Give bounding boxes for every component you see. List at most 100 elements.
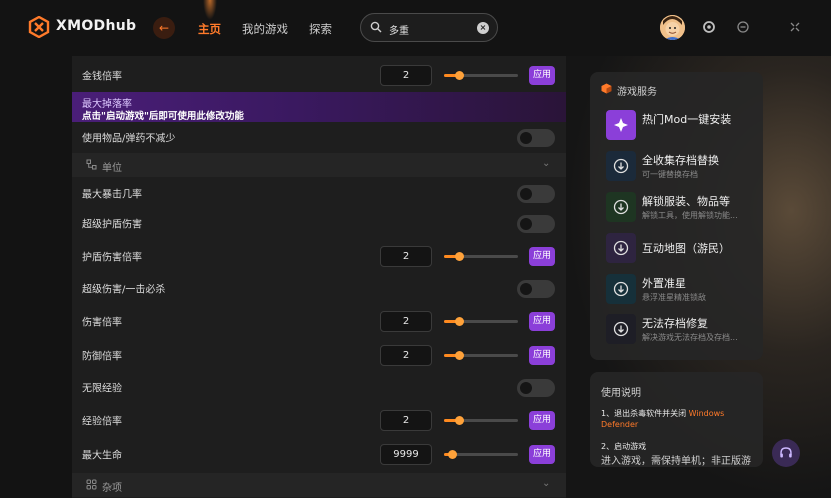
help-step1-text: 1、退出杀毒软件并关闭 xyxy=(601,409,687,418)
service-interactive-map[interactable]: 互动地图（游民） xyxy=(606,231,761,265)
cheat-settings-panel: 金钱倍率 2 应用 最大掉落率 点击"启动游戏"后即可使用此修改功能 使用物品/… xyxy=(72,56,566,498)
slider-handle[interactable] xyxy=(455,351,464,360)
nav-home[interactable]: 主页 xyxy=(198,21,221,37)
customer-support-button[interactable] xyxy=(772,439,800,467)
damage-rate-apply-button[interactable]: 应用 xyxy=(529,312,555,331)
service-title: 互动地图（游民） xyxy=(642,242,730,255)
money-rate-slider[interactable] xyxy=(444,71,518,80)
avatar[interactable] xyxy=(660,15,685,40)
avatar-face-icon xyxy=(660,15,685,40)
setting-defense-rate: 防御倍率 2 应用 xyxy=(72,339,566,371)
money-rate-value[interactable]: 2 xyxy=(380,65,432,86)
minimize-icon[interactable] xyxy=(736,20,750,34)
headset-icon xyxy=(780,447,792,458)
setting-shield-damage-rate: 护盾伤害倍率 2 应用 xyxy=(72,240,566,272)
max-crit-toggle[interactable] xyxy=(517,185,555,203)
slider-handle[interactable] xyxy=(448,450,457,459)
usage-instructions-card: 使用说明 1、退出杀毒软件并关闭 Windows Defender 2、启动游戏… xyxy=(590,372,763,467)
section-misc-header[interactable]: 杂项 ⌄ xyxy=(72,473,566,497)
search-value[interactable]: 多重 xyxy=(389,22,409,37)
setting-label: 超级护盾伤害 xyxy=(82,219,142,231)
max-health-value[interactable]: 9999 xyxy=(380,444,432,465)
service-mod-install[interactable]: 热门Mod一键安装 xyxy=(606,108,761,142)
service-save-fix[interactable]: 无法存档修复 解决游戏无法存档及存档... xyxy=(606,312,761,346)
slider-handle[interactable] xyxy=(455,71,464,80)
service-subtitle: 解锁工具，使用解锁功能... xyxy=(642,211,738,220)
clear-search-icon[interactable]: × xyxy=(477,22,489,34)
xp-rate-value[interactable]: 2 xyxy=(380,410,432,431)
misc-icon xyxy=(86,479,97,490)
search-input[interactable]: 多重 × xyxy=(360,13,498,42)
setting-super-shield: 超级护盾伤害 xyxy=(72,207,566,239)
setting-label: 伤害倍率 xyxy=(82,317,122,329)
use-items-toggle[interactable] xyxy=(517,129,555,147)
help-step2-title: 2、启动游戏 xyxy=(601,442,647,451)
arrow-left-icon: ← xyxy=(158,21,170,35)
money-rate-apply-button[interactable]: 应用 xyxy=(529,66,555,85)
nav-explore[interactable]: 探索 xyxy=(309,21,332,37)
max-health-apply-button[interactable]: 应用 xyxy=(529,445,555,464)
max-health-slider[interactable] xyxy=(444,450,518,459)
damage-rate-slider[interactable] xyxy=(444,317,518,326)
app-name: XMODhub xyxy=(56,18,137,34)
setting-use-items: 使用物品/弹药不减少 xyxy=(72,121,566,153)
search-icon xyxy=(370,21,382,33)
help-step1: 1、退出杀毒软件并关闭 Windows xyxy=(601,408,724,419)
damage-rate-value[interactable]: 2 xyxy=(380,311,432,332)
section-label: 单位 xyxy=(102,163,122,174)
settings-icon[interactable] xyxy=(702,20,716,34)
back-button[interactable]: ← xyxy=(153,17,175,39)
defense-rate-slider[interactable] xyxy=(444,351,518,360)
launch-notice-banner: 最大掉落率 点击"启动游戏"后即可使用此修改功能 xyxy=(72,92,566,122)
section-label: 杂项 xyxy=(102,483,122,494)
xp-rate-slider[interactable] xyxy=(444,416,518,425)
setting-label: 使用物品/弹药不减少 xyxy=(82,133,176,145)
left-margin xyxy=(0,56,72,498)
help-step2-body: 进入游戏，需保持单机；非正版游 xyxy=(601,456,751,467)
section-unit-header[interactable]: 单位 ⌄ xyxy=(72,153,566,177)
super-shield-toggle[interactable] xyxy=(517,215,555,233)
setting-money-rate: 金钱倍率 2 应用 xyxy=(72,59,566,91)
slider-handle[interactable] xyxy=(455,252,464,261)
nav-my-games[interactable]: 我的游戏 xyxy=(242,21,288,37)
setting-damage-rate: 伤害倍率 2 应用 xyxy=(72,305,566,337)
setting-super-damage: 超级伤害/一击必杀 xyxy=(72,272,566,304)
download-icon xyxy=(606,274,636,304)
infinite-xp-toggle[interactable] xyxy=(517,379,555,397)
help-step1-windows: Windows xyxy=(688,409,725,418)
service-unlock-items[interactable]: 解锁服装、物品等 解锁工具，使用解锁功能... xyxy=(606,190,761,224)
chevron-down-icon: ⌄ xyxy=(542,478,551,489)
service-subtitle: 解决游戏无法存档及存档... xyxy=(642,333,738,342)
chevron-down-icon: ⌄ xyxy=(542,158,551,169)
setting-label: 金钱倍率 xyxy=(82,71,122,83)
defense-rate-apply-button[interactable]: 应用 xyxy=(529,346,555,365)
service-crosshair[interactable]: 外置准星 悬浮准星精准锁敌 xyxy=(606,272,761,306)
services-title: 游戏服务 xyxy=(617,87,657,98)
shield-damage-rate-value[interactable]: 2 xyxy=(380,246,432,267)
xp-rate-apply-button[interactable]: 应用 xyxy=(529,411,555,430)
service-title: 解锁服装、物品等 xyxy=(642,195,730,208)
setting-label: 经验倍率 xyxy=(82,416,122,428)
service-title: 无法存档修复 xyxy=(642,317,708,330)
help-title: 使用说明 xyxy=(601,388,641,399)
shield-damage-rate-apply-button[interactable]: 应用 xyxy=(529,247,555,266)
shield-damage-rate-slider[interactable] xyxy=(444,252,518,261)
setting-max-health: 最大生命 9999 应用 xyxy=(72,438,566,470)
setting-label: 防御倍率 xyxy=(82,351,122,363)
setting-label: 护盾伤害倍率 xyxy=(82,252,142,264)
service-subtitle: 可一键替换存档 xyxy=(642,170,698,179)
service-title: 热门Mod一键安装 xyxy=(642,113,732,126)
xmodhub-logo-icon xyxy=(28,16,50,38)
service-save-replace[interactable]: 全收集存档替换 可一键替换存档 xyxy=(606,149,761,183)
setting-max-crit: 最大暴击几率 xyxy=(72,177,566,209)
download-icon xyxy=(606,151,636,181)
close-icon[interactable] xyxy=(788,20,802,34)
setting-label: 最大生命 xyxy=(82,450,122,462)
super-damage-toggle[interactable] xyxy=(517,280,555,298)
slider-handle[interactable] xyxy=(455,416,464,425)
slider-handle[interactable] xyxy=(455,317,464,326)
services-cube-icon xyxy=(601,83,612,94)
defense-rate-value[interactable]: 2 xyxy=(380,345,432,366)
nav-active-glow xyxy=(203,0,217,20)
help-step1-defender: Defender xyxy=(601,420,639,429)
